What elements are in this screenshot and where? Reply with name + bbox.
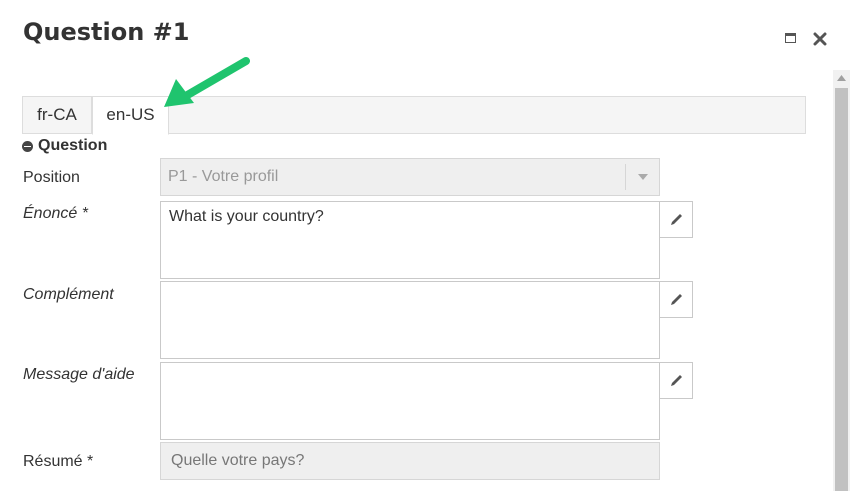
maximize-button[interactable] <box>782 30 800 48</box>
position-value: P1 - Votre profil <box>168 168 279 185</box>
message-aide-textarea[interactable] <box>160 362 660 440</box>
enonce-edit-button[interactable] <box>659 201 693 238</box>
message-aide-edit-button[interactable] <box>659 362 693 399</box>
message-aide-label: Message d'aide <box>23 366 135 383</box>
pencil-icon <box>671 294 682 305</box>
pencil-icon <box>671 214 682 225</box>
pencil-icon <box>671 375 682 386</box>
resume-label: Résumé * <box>23 453 94 470</box>
complement-edit-button[interactable] <box>659 281 693 318</box>
dialog-title: Question #1 <box>23 18 190 46</box>
position-select[interactable]: P1 - Votre profil <box>160 158 660 196</box>
complement-label: Complément <box>23 286 114 303</box>
close-icon <box>813 32 827 46</box>
chevron-down-icon <box>625 164 659 190</box>
scroll-thumb[interactable] <box>835 88 848 491</box>
enonce-label: Énoncé * <box>23 205 88 222</box>
resume-field[interactable]: Quelle votre pays? <box>160 442 660 480</box>
section-title: Question <box>38 137 108 154</box>
scroll-up-button[interactable] <box>833 70 850 87</box>
tab-fr-ca[interactable]: fr-CA <box>22 96 92 134</box>
close-button[interactable] <box>811 30 829 48</box>
complement-textarea[interactable] <box>160 281 660 359</box>
position-label: Position <box>23 169 80 186</box>
arrow-up-icon <box>837 75 846 81</box>
green-arrow-icon <box>164 57 250 107</box>
language-tabs: fr-CA en-US <box>22 96 806 135</box>
minus-circle-icon <box>22 140 33 152</box>
maximize-icon <box>785 33 796 43</box>
vertical-scrollbar[interactable] <box>833 70 850 491</box>
enonce-textarea[interactable]: What is your country? <box>160 201 660 279</box>
question-section-toggle[interactable]: Question <box>22 137 107 155</box>
